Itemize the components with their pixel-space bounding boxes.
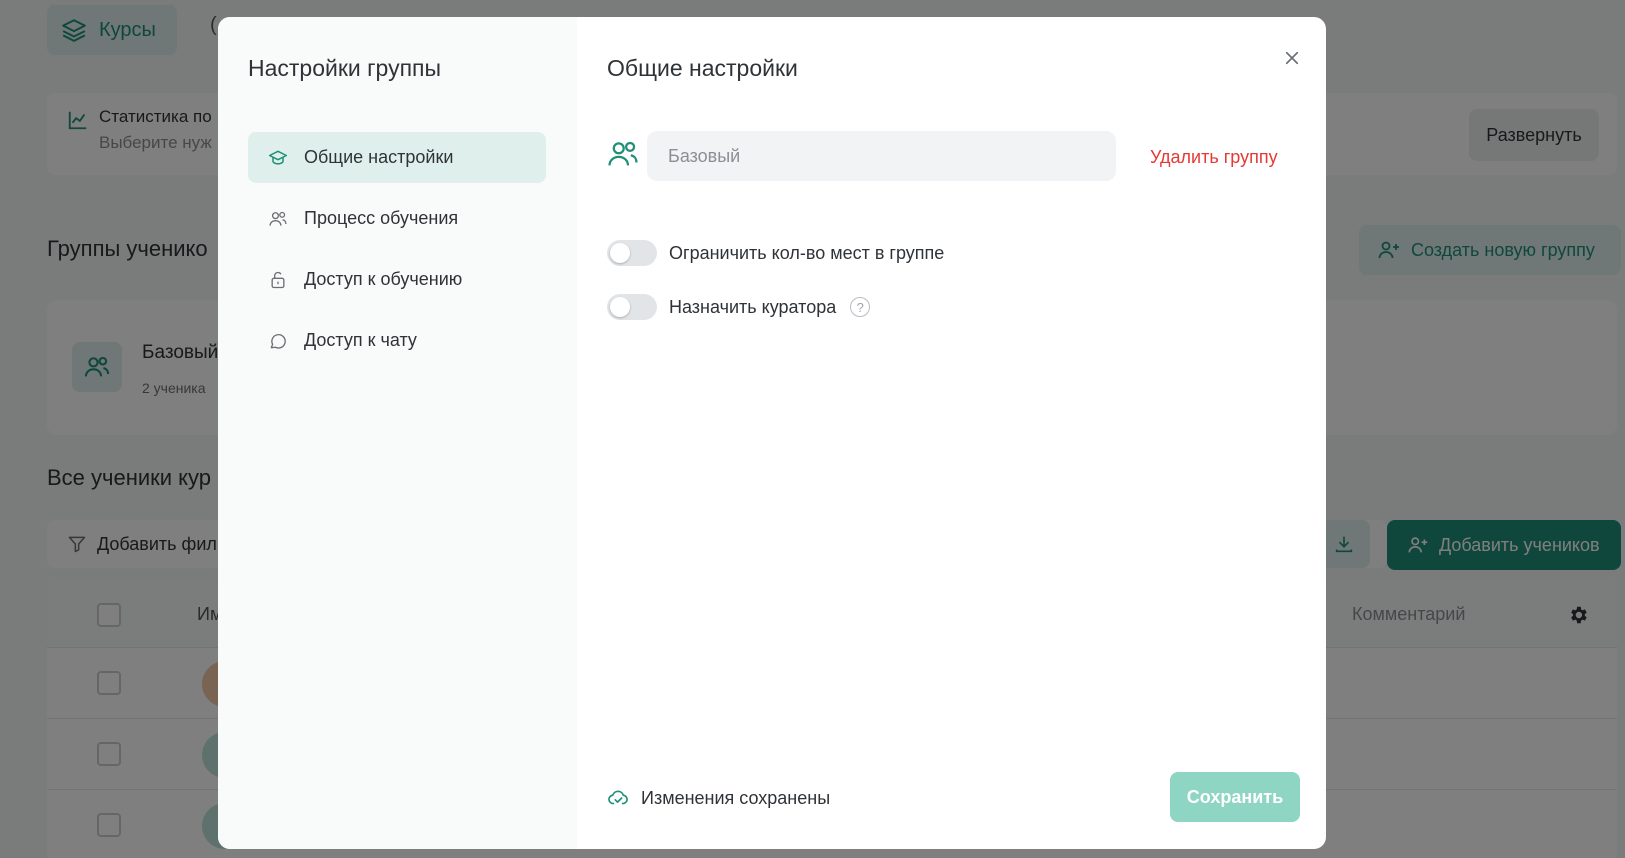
toggle-knob [610,243,630,263]
toggle-knob [610,297,630,317]
assign-curator-toggle[interactable] [607,294,657,320]
group-name-input[interactable] [647,131,1116,181]
sidebar-item-label: Доступ к чату [304,330,417,350]
modal-content: Общие настройки Удалить группу Ограничит… [577,17,1326,849]
limit-seats-toggle[interactable] [607,240,657,266]
sidebar-item-learning-access[interactable]: Доступ к обучению [248,254,546,305]
assign-curator-label: Назначить куратора [669,296,837,317]
sidebar-item-chat-access[interactable]: Доступ к чату [248,315,546,366]
saved-status-label: Изменения сохранены [641,787,831,808]
close-icon [1285,51,1299,65]
sidebar-item-label: Доступ к обучению [304,269,463,289]
modal-sidebar: Настройки группы Общие настройки Процесс… [218,17,577,849]
graduation-cap-icon [268,150,288,165]
limit-seats-label: Ограничить кол-во мест в группе [669,242,945,263]
users-icon [608,141,638,166]
cloud-check-icon [608,790,628,805]
saved-status: Изменения сохранены [607,787,830,809]
sidebar-item-learning-process[interactable]: Процесс обучения [248,193,546,244]
lock-icon [271,271,285,288]
limit-seats-row: Ограничить кол-во мест в группе [607,240,944,266]
sidebar-item-label: Процесс обучения [304,208,459,228]
users-icon [269,211,287,226]
close-button[interactable] [1277,43,1307,73]
assign-curator-row: Назначить куратора ? [607,294,871,320]
section-title: Общие настройки [607,55,798,81]
sidebar-item-label: Общие настройки [304,147,454,167]
sidebar-item-general[interactable]: Общие настройки [248,132,546,183]
chat-icon [270,333,286,349]
modal-title: Настройки группы [248,55,442,81]
delete-group-button[interactable]: Удалить группу [1150,147,1278,168]
save-button[interactable]: Сохранить [1170,772,1300,822]
help-icon[interactable]: ? [850,297,871,317]
group-settings-modal: Настройки группы Общие настройки Процесс… [218,17,1326,849]
